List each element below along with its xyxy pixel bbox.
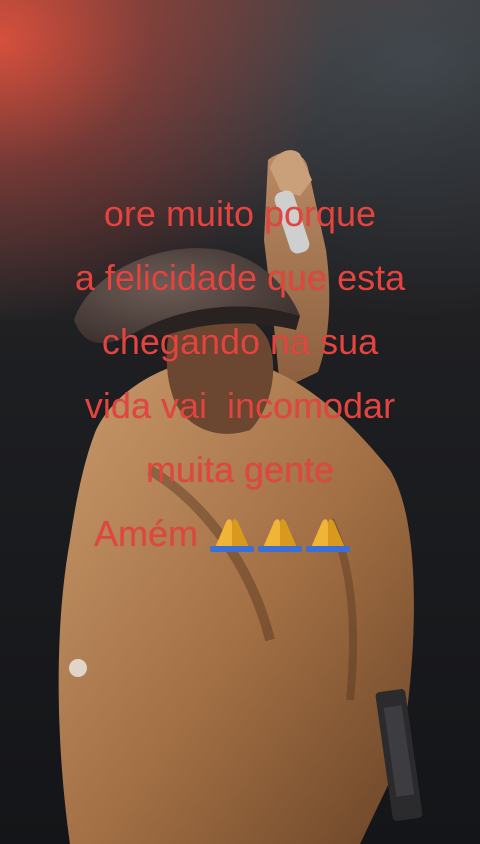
- praying-hands-icon: [258, 519, 303, 552]
- caption-line: ore muito porque: [103, 193, 377, 234]
- caption-line: a felicidade que esta: [74, 257, 406, 298]
- caption-overlay: ore muito porque a felicidade que esta c…: [0, 182, 480, 566]
- closing-word: Amém: [94, 513, 199, 554]
- caption-line: muita gente: [145, 449, 335, 490]
- praying-hands-icon: [210, 519, 255, 552]
- caption-line: vida vai incomodar: [84, 385, 396, 426]
- praying-hands-icon: [306, 519, 351, 552]
- video-frame: ore muito porque a felicidade que esta c…: [0, 0, 480, 844]
- caption-closing-line: Amém: [0, 502, 480, 566]
- caption-line: chegando na sua: [101, 321, 379, 362]
